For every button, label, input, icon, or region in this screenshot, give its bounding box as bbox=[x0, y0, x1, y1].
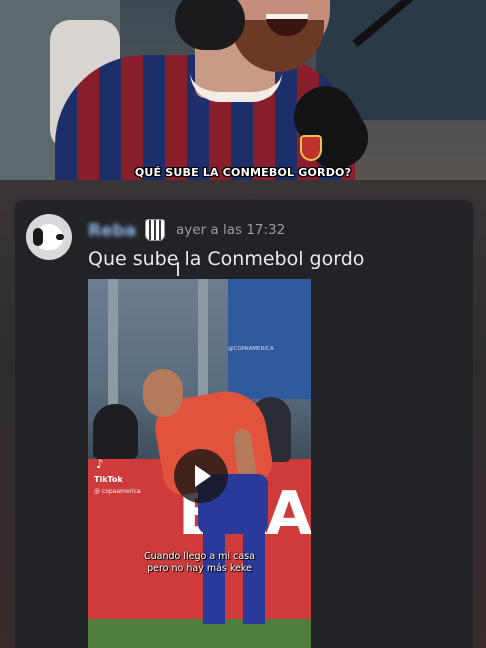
jersey-crest-icon bbox=[300, 135, 322, 161]
streamer-webcam bbox=[0, 0, 486, 180]
avatar-dog-nose bbox=[56, 234, 64, 240]
avatar-dog-ear bbox=[33, 228, 43, 246]
video-player-leg bbox=[243, 529, 265, 624]
video-spectator bbox=[93, 404, 138, 459]
message-timestamp: ayer a las 17:32 bbox=[176, 222, 286, 238]
video-stand bbox=[228, 279, 311, 399]
message-username[interactable]: Reba bbox=[88, 221, 136, 241]
stream-caption: QUÉ SUBE LA CONMEBOL GORDO? bbox=[134, 166, 352, 179]
tiktok-label: TikTok bbox=[94, 475, 123, 484]
club-crest-icon bbox=[145, 219, 165, 241]
video-watermark: @COPAAMERICA bbox=[228, 346, 274, 352]
text-cursor-icon bbox=[177, 262, 179, 276]
video-embed[interactable]: @COPAAMERICA BRA ♪ TikTok @ copaamerica … bbox=[88, 279, 311, 648]
video-subtitle-line: Cuando llego a mi casa bbox=[144, 551, 255, 562]
tiktok-logo-icon: ♪ bbox=[96, 457, 104, 471]
tiktok-handle: @ copaamerica bbox=[94, 488, 141, 495]
video-player-head bbox=[143, 369, 183, 417]
headset bbox=[175, 0, 245, 50]
video-pitch bbox=[88, 619, 311, 648]
snoopy-avatar-icon[interactable] bbox=[26, 214, 72, 260]
screen: QUÉ SUBE LA CONMEBOL GORDO? Reba ayer a … bbox=[0, 0, 486, 648]
play-icon[interactable] bbox=[174, 449, 228, 503]
video-player-leg bbox=[203, 529, 225, 624]
message-text: Que sube la Conmebol gordo bbox=[88, 248, 365, 270]
video-subtitle: Cuando llego a mi casa pero no hay más k… bbox=[88, 551, 311, 575]
video-subtitle-line: pero no hay más keke bbox=[147, 563, 252, 574]
